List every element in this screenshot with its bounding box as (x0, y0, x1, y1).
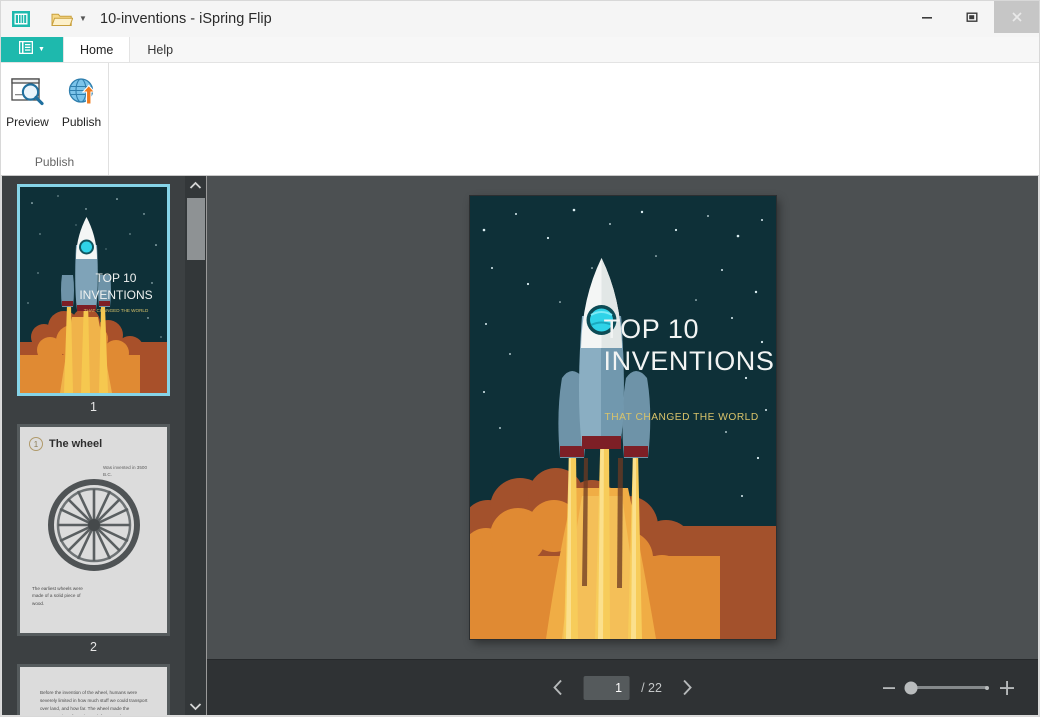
ribbon-group-publish-label: Publish (34, 155, 75, 169)
ispring-flip-icon (11, 9, 31, 29)
viewer-bottom-bar: / 22 (207, 659, 1038, 715)
page-navigation: / 22 (545, 675, 700, 701)
thumbnail-wheel-slide: 1 The wheel Was invented in 3500 B.C. Th… (20, 427, 167, 633)
preview-button[interactable]: Preview (2, 70, 54, 129)
thumbnail-number-2: 2 (90, 640, 97, 654)
svg-text:INVENTIONS: INVENTIONS (79, 288, 152, 302)
chevron-down-icon[interactable]: ▼ (78, 14, 88, 24)
maximize-button[interactable] (949, 1, 994, 33)
thumbnail-slot-3: Before the invention of the wheel, human… (17, 664, 170, 715)
scrollbar-thumb[interactable] (187, 198, 205, 260)
thumbnail-list: TOP 10 INVENTIONS THAT CHANGED THE WORLD… (2, 184, 185, 715)
thumbnail-slot-2: 1 The wheel Was invented in 3500 B.C. Th… (17, 424, 170, 660)
wagon-wheel-icon (47, 479, 140, 576)
minimize-button[interactable] (904, 1, 949, 33)
page-total-label: / 22 (641, 681, 662, 695)
tab-home-label: Home (80, 42, 114, 57)
close-button[interactable] (994, 1, 1039, 33)
ribbon-group-items: Preview Publish (2, 70, 108, 129)
page-subtitle: THAT CHANGED THE WORLD (604, 412, 759, 423)
page-number-input[interactable] (583, 675, 630, 700)
thumbnail-number-1: 1 (90, 400, 97, 414)
wheel-slide-note: Was invented in 3500 B.C. (103, 465, 148, 477)
thumbnail-scrollbar[interactable] (185, 176, 207, 715)
tab-help[interactable]: Help (130, 37, 190, 62)
zoom-slider-handle[interactable] (904, 681, 918, 694)
text-slide-paragraph: Before the invention of the wheel, human… (40, 690, 148, 715)
thumbnail-text-slide: Before the invention of the wheel, human… (20, 667, 167, 715)
svg-text:THAT CHANGED THE WORLD: THAT CHANGED THE WORLD (84, 308, 149, 313)
publish-button-label: Publish (61, 115, 102, 129)
ribbon: Preview Publish Publish (1, 63, 1039, 176)
page-separator: / (641, 680, 645, 695)
zoom-slider-end-dot (985, 685, 989, 690)
wheel-slide-heading-row: 1 The wheel (29, 437, 158, 451)
thumbnail-pane[interactable]: TOP 10 INVENTIONS THAT CHANGED THE WORLD… (2, 176, 185, 715)
page-total-value: 22 (648, 680, 662, 695)
application-window: ▼ 10-inventions - iSpring Flip ▼ Home He… (0, 0, 1040, 717)
viewer-stage: TOP 10 INVENTIONS THAT CHANGED THE WORLD (207, 176, 1038, 659)
page-title-line2: INVENTIONS (603, 345, 775, 376)
ribbon-tab-strip: ▼ Home Help (1, 37, 1039, 63)
thumbnail-page-3[interactable]: Before the invention of the wheel, human… (17, 664, 170, 715)
chevron-down-icon[interactable] (185, 697, 206, 715)
scrollbar-track[interactable] (185, 194, 206, 697)
zoom-slider[interactable] (904, 681, 989, 694)
svg-text:TOP 10: TOP 10 (96, 271, 137, 285)
thumbnail-page-2[interactable]: 1 The wheel Was invented in 3500 B.C. Th… (17, 424, 170, 636)
wheel-slide-badge: 1 (29, 437, 43, 451)
globe-upload-icon (66, 74, 98, 110)
page-title: TOP 10 INVENTIONS (604, 314, 775, 378)
workspace: TOP 10 INVENTIONS THAT CHANGED THE WORLD… (1, 176, 1039, 716)
chevron-up-icon[interactable] (185, 176, 206, 194)
chevron-right-icon[interactable] (674, 675, 700, 701)
preview-magnifier-icon (10, 74, 45, 110)
page-preview[interactable]: TOP 10 INVENTIONS THAT CHANGED THE WORLD (469, 196, 776, 639)
page-viewer: TOP 10 INVENTIONS THAT CHANGED THE WORLD… (207, 176, 1038, 715)
thumbnail-slot-1: TOP 10 INVENTIONS THAT CHANGED THE WORLD… (17, 184, 170, 420)
preview-button-label: Preview (6, 115, 49, 129)
publish-button[interactable]: Publish (56, 70, 108, 129)
file-menu-icon (18, 40, 34, 59)
file-menu-button[interactable]: ▼ (1, 37, 63, 62)
tab-home[interactable]: Home (63, 37, 131, 62)
chevron-left-icon[interactable] (545, 675, 571, 701)
tab-help-label: Help (147, 42, 174, 57)
wheel-slide-caption: The earliest wheels were made of a solid… (32, 585, 83, 606)
window-controls (904, 1, 1039, 33)
ribbon-group-publish: Preview Publish Publish (1, 63, 109, 175)
title-bar: ▼ 10-inventions - iSpring Flip (1, 1, 1039, 37)
open-folder-icon[interactable] (51, 11, 74, 28)
thumbnail-page-1[interactable]: TOP 10 INVENTIONS THAT CHANGED THE WORLD (17, 184, 170, 396)
plus-icon[interactable] (998, 679, 1016, 697)
minus-icon[interactable] (880, 679, 898, 697)
chevron-down-icon: ▼ (38, 46, 45, 53)
thumbnail-cover-art: TOP 10 INVENTIONS THAT CHANGED THE WORLD (20, 187, 167, 393)
wheel-slide-title: The wheel (49, 438, 103, 450)
zoom-control (880, 679, 1016, 697)
page-title-line1: TOP 10 (603, 314, 700, 344)
window-title: 10-inventions - iSpring Flip (100, 11, 272, 27)
